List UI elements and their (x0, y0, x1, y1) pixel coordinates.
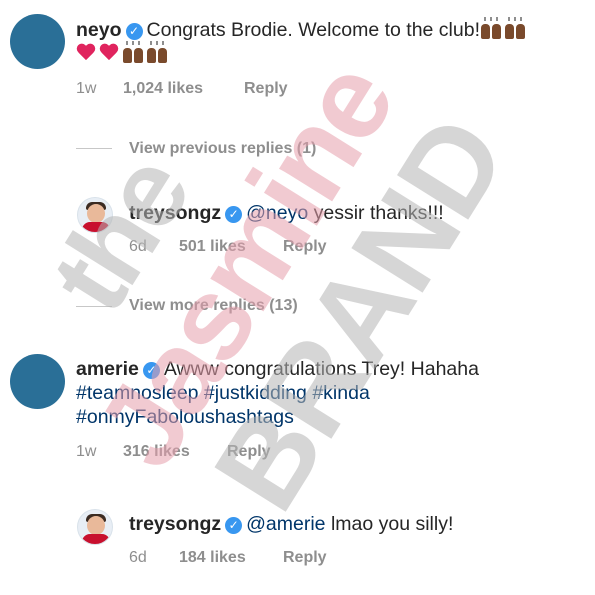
comment-time: 6d (129, 549, 147, 566)
mention-link[interactable]: @neyo (246, 202, 308, 224)
raised-hands-icon (504, 17, 526, 39)
heart-icon (76, 44, 96, 62)
comment-meta-amerie: 1w 316 likes Reply (76, 443, 271, 461)
comment-neyo: neyo ✓ Congrats Brodie. Welcome to the clu… (76, 17, 528, 42)
username-treysongz[interactable]: treysongz (129, 202, 221, 224)
raised-hands-icon (146, 41, 168, 63)
likes-count[interactable]: 316 likes (123, 443, 227, 461)
hashtag-link[interactable]: #onmyFaboloushashtags (76, 406, 294, 428)
reply-treysongz-1: treysongz ✓ @neyo yessir thanks!!! (129, 201, 444, 225)
hashtag-links[interactable]: #teamnosleep #justkidding #kinda (76, 382, 370, 404)
comment-text: Congrats Brodie. Welcome to the club! (146, 19, 480, 41)
comment-text: yessir thanks!!! (313, 202, 444, 224)
raised-hands-icon (122, 41, 144, 63)
reply-button[interactable]: Reply (244, 80, 288, 98)
likes-count[interactable]: 501 likes (179, 238, 283, 256)
comment-neyo-emojis (76, 41, 170, 66)
view-more-replies-link[interactable]: View more replies (13) (129, 297, 298, 315)
username-neyo[interactable]: neyo (76, 19, 122, 41)
username-treysongz[interactable]: treysongz (129, 513, 221, 535)
verified-badge-icon: ✓ (225, 206, 243, 223)
verified-badge-icon: ✓ (225, 517, 243, 534)
verified-badge-icon: ✓ (125, 23, 143, 40)
mention-link[interactable]: @amerie (246, 513, 325, 535)
avatar-treysongz[interactable] (77, 509, 113, 545)
raised-hands-icon (480, 17, 502, 39)
heart-icon (99, 44, 119, 62)
comment-time: 1w (76, 443, 97, 460)
thread-divider (76, 148, 112, 149)
verified-badge-icon: ✓ (142, 362, 160, 379)
comment-time: 1w (76, 80, 97, 97)
comment-text: Awww congratulations Trey! Hahaha (163, 358, 479, 380)
comment-text: lmao you silly! (330, 513, 454, 535)
thread-divider (76, 306, 112, 307)
comment-amerie-hashtags: #teamnosleep #justkidding #kinda (76, 381, 370, 405)
reply-button[interactable]: Reply (283, 238, 327, 256)
avatar-neyo[interactable] (10, 14, 65, 69)
comment-time: 6d (129, 238, 147, 255)
reply-button[interactable]: Reply (227, 443, 271, 461)
username-amerie[interactable]: amerie (76, 358, 139, 380)
likes-count[interactable]: 184 likes (179, 549, 283, 567)
likes-count[interactable]: 1,024 likes (123, 80, 244, 98)
comment-amerie-hashtags-2: #onmyFaboloushashtags (76, 405, 294, 429)
avatar-treysongz[interactable] (77, 197, 113, 233)
reply-button[interactable]: Reply (283, 549, 327, 567)
comment-meta-neyo: 1w 1,024 likes Reply (76, 80, 288, 98)
comment-meta-treysongz-2: 6d 184 likes Reply (129, 549, 327, 567)
reply-treysongz-2: treysongz ✓ @amerie lmao you silly! (129, 512, 453, 536)
view-previous-replies-link[interactable]: View previous replies (1) (129, 140, 316, 158)
comment-amerie: amerie ✓ Awww congratulations Trey! Hahaha (76, 357, 479, 381)
avatar-amerie[interactable] (10, 354, 65, 409)
comment-meta-treysongz-1: 6d 501 likes Reply (129, 238, 327, 256)
